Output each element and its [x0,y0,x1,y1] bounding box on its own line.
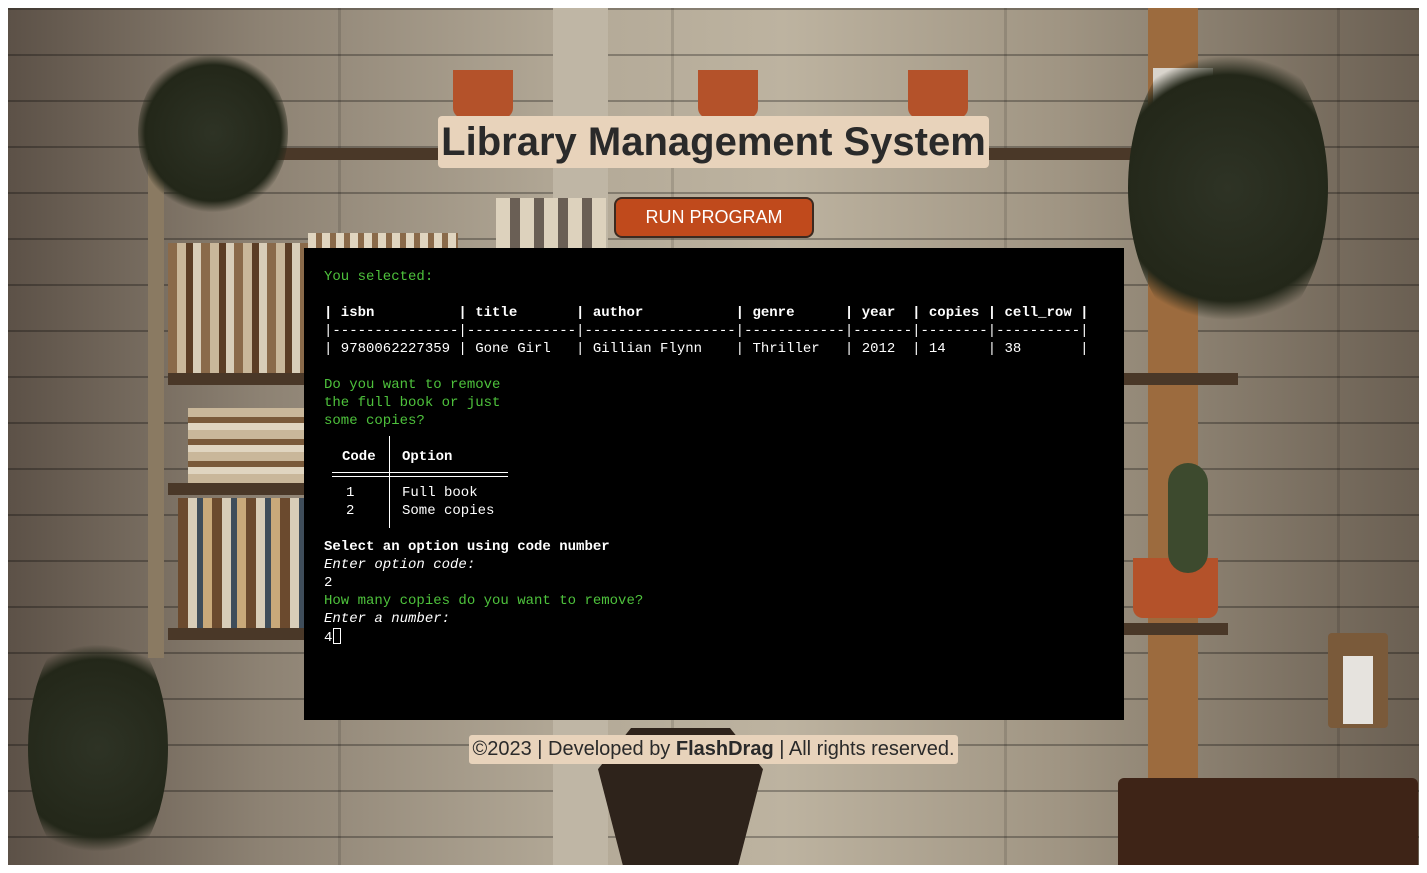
run-program-button[interactable]: RUN PROGRAM [614,197,814,238]
number-input-value: 4 [324,630,333,646]
question-line: Do you want to remove [324,377,501,393]
plant [138,48,288,218]
option-code: 1 [346,485,355,501]
book-table-header: | isbn | title | author | genre | year |… [324,305,1089,321]
shelf [1118,373,1238,385]
shelf [1118,623,1228,635]
footer-suffix: | All rights reserved. [773,738,955,760]
option-table: Code Option 1 Full book 2 Some copies [332,436,508,528]
select-prompt: Select an option using code number [324,539,610,555]
books-row [188,408,318,483]
plant [1128,28,1328,348]
terminal-cursor [333,628,342,644]
copies-question: How many copies do you want to remove? [324,593,644,609]
wooden-chest [1118,778,1418,865]
terminal[interactable]: You selected: | isbn | title | author | … [304,248,1124,720]
flower-pot [908,70,968,118]
option-table-header-code: Code [342,449,376,465]
question-line: some copies? [324,413,425,429]
footer-author: FlashDrag [675,738,774,760]
shelf-frame-left [148,158,164,658]
question-line: the full book or just [324,395,501,411]
plant [28,618,168,865]
option-table-rule [332,472,508,477]
flower-pot [453,70,513,118]
option-input-value: 2 [324,575,333,591]
option-label: Full book [402,485,478,501]
book-table-rule: |---------------|-------------|---------… [324,323,1089,339]
footer-prefix: ©2023 | Developed by [472,738,676,760]
enter-number-prompt: Enter a number: [324,611,451,627]
option-table-divider [389,436,390,528]
terminal-line-you-selected: You selected: [324,269,434,285]
option-code: 2 [346,503,355,519]
wall-outlet-plate [1343,656,1373,724]
page-title: Library Management System [438,116,989,168]
book-table-row: | 9780062227359 | Gone Girl | Gillian Fl… [324,341,1089,357]
option-table-header-option: Option [402,449,453,465]
cactus [1168,463,1208,573]
option-label: Some copies [402,503,495,519]
flower-pot [698,70,758,118]
enter-option-prompt: Enter option code: [324,557,476,573]
number-input-line[interactable]: 4 [324,628,342,647]
books-row [168,243,318,373]
books-row [178,498,318,628]
footer: ©2023 | Developed by FlashDrag | All rig… [469,735,958,764]
